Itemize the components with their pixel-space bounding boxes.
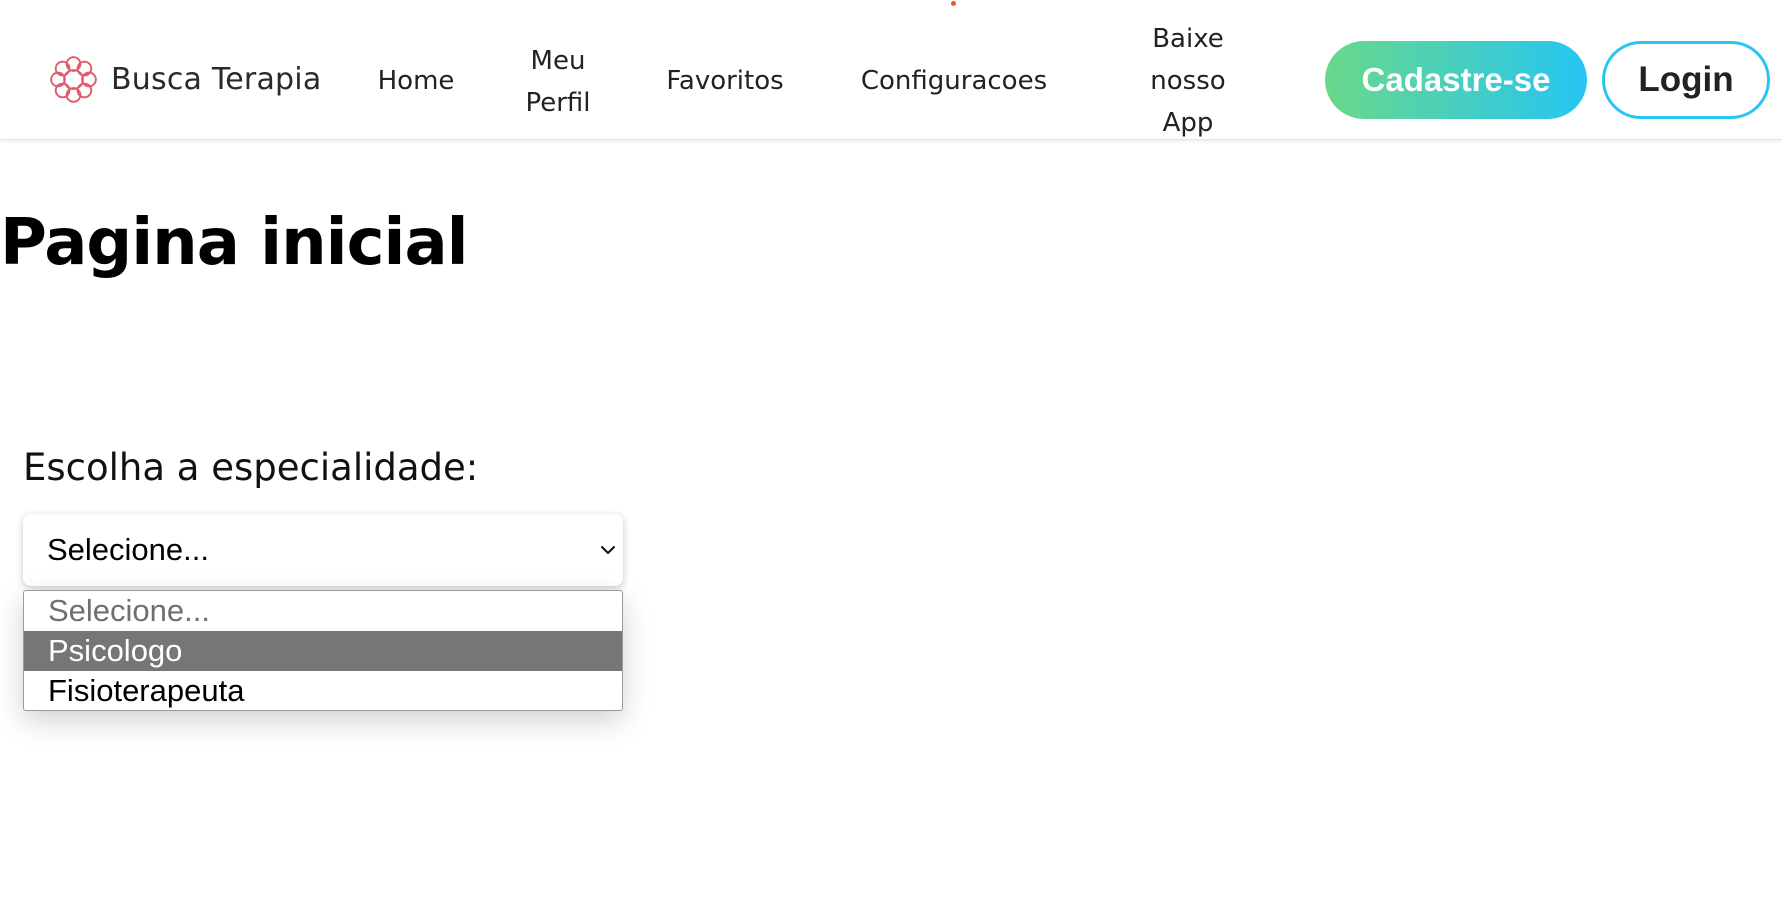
flower-logo-icon xyxy=(50,56,97,103)
option-fisioterapeuta[interactable]: Fisioterapeuta xyxy=(24,671,622,710)
brand[interactable]: Busca Terapia xyxy=(46,52,321,107)
specialty-select[interactable]: Selecione... xyxy=(23,514,623,586)
nav-baixe-app[interactable]: Baixe nosso App xyxy=(1142,18,1234,144)
option-psicologo[interactable]: Psicologo xyxy=(24,631,622,671)
decorative-dot xyxy=(951,1,956,6)
chevron-down-icon xyxy=(601,546,615,554)
nav-home[interactable]: Home xyxy=(372,60,460,102)
page-title: Pagina inicial xyxy=(0,206,469,280)
specialty-dropdown-list: Selecione... Psicologo Fisioterapeuta xyxy=(23,590,623,711)
option-selecione[interactable]: Selecione... xyxy=(24,591,622,631)
select-current-value: Selecione... xyxy=(47,532,209,567)
top-navbar: Busca Terapia Home Meu Perfil Favoritos … xyxy=(0,0,1782,140)
nav-configuracoes[interactable]: Configuracoes xyxy=(846,60,1062,102)
specialty-label: Escolha a especialidade: xyxy=(23,446,479,489)
nav-meu-perfil[interactable]: Meu Perfil xyxy=(518,40,598,124)
nav-favoritos[interactable]: Favoritos xyxy=(655,60,795,102)
login-button[interactable]: Login xyxy=(1602,41,1770,119)
brand-name: Busca Terapia xyxy=(111,62,322,97)
signup-button[interactable]: Cadastre-se xyxy=(1325,41,1587,119)
